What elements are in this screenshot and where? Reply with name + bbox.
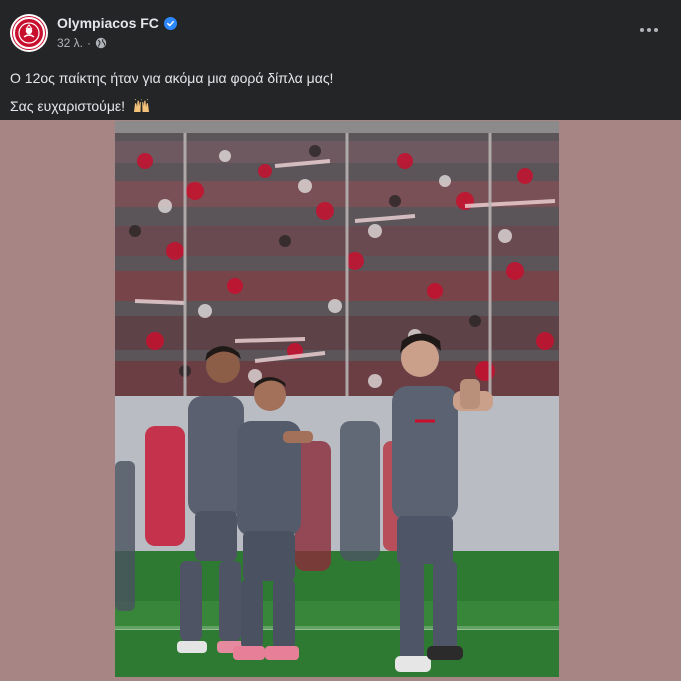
raising-hands-emoji-icon xyxy=(133,95,150,123)
post-photo[interactable] xyxy=(115,121,559,677)
facebook-post: Olympiacos FC 32 λ. · Ο 12ος παίκτης ήτα… xyxy=(0,0,681,681)
post-message: Ο 12ος παίκτης ήταν για ακόμα μια φορά δ… xyxy=(10,64,333,123)
globe-icon[interactable] xyxy=(95,37,107,49)
page-name-link[interactable]: Olympiacos FC xyxy=(57,15,159,31)
post-meta: 32 λ. · xyxy=(57,36,107,50)
more-options-button[interactable] xyxy=(637,18,661,42)
post-text-line-2: Σας ευχαριστούμε! xyxy=(10,98,126,114)
more-options-icon xyxy=(640,28,658,32)
meta-separator: · xyxy=(87,36,92,50)
post-text-line-1: Ο 12ος παίκτης ήταν για ακόμα μια φορά δ… xyxy=(10,70,334,86)
olympiacos-crest-icon xyxy=(13,17,45,49)
verified-badge-icon xyxy=(163,16,177,30)
page-name-row: Olympiacos FC xyxy=(57,15,177,31)
page-avatar[interactable] xyxy=(10,14,48,52)
post-header: Olympiacos FC 32 λ. · Ο 12ος παίκτης ήτα… xyxy=(0,0,681,120)
post-text-line-2-row: Σας ευχαριστούμε! xyxy=(10,92,333,123)
post-timestamp[interactable]: 32 λ. xyxy=(57,36,83,50)
